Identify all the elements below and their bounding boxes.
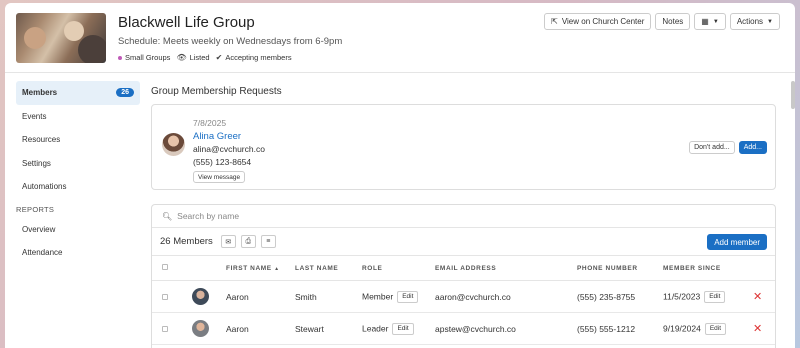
- search-icon: 🔍︎: [162, 211, 173, 221]
- table-header-row: FIRST NAME ▲ LAST NAME ROLE EMAIL ADDRES…: [152, 255, 775, 281]
- request-date: 7/8/2025: [193, 118, 227, 128]
- calendar-icon: ▦: [701, 17, 709, 26]
- delete-icon[interactable]: ✕: [753, 323, 762, 335]
- group-header: Blackwell Life Group Schedule: Meets wee…: [5, 3, 795, 73]
- cell-member-since: 11/5/2023 Edit: [663, 280, 753, 313]
- view-message-button[interactable]: View message: [193, 171, 246, 183]
- edit-date-button[interactable]: Edit: [704, 290, 726, 303]
- avatar: [162, 133, 185, 156]
- scrollbar[interactable]: [790, 73, 795, 111]
- group-photo: [16, 13, 106, 63]
- sidebar-reports-heading: REPORTS: [16, 204, 55, 214]
- sidebar-item-overview[interactable]: Overview: [16, 218, 140, 242]
- app-window: Blackwell Life Group Schedule: Meets wee…: [5, 3, 795, 348]
- row-checkbox[interactable]: [162, 325, 168, 332]
- cell-first-name: Aaron: [226, 280, 295, 313]
- add-member-button[interactable]: Add member: [707, 234, 767, 250]
- check-icon: ✔: [215, 53, 223, 62]
- avatar: [192, 320, 209, 337]
- requests-title: Group Membership Requests: [151, 86, 282, 97]
- column-phone[interactable]: PHONE NUMBER: [577, 255, 663, 281]
- requester-name-link[interactable]: Alina Greer: [193, 131, 241, 142]
- tag-group-type: Small Groups: [118, 53, 170, 62]
- edit-date-button[interactable]: Edit: [704, 322, 727, 335]
- tag-accepting: ✔ Accepting members: [215, 53, 292, 62]
- sidebar: Members 26 Events Resources Settings Aut…: [16, 81, 140, 265]
- members-count-badge: 26: [116, 88, 134, 98]
- group-schedule: Schedule: Meets weekly on Wednesdays fro…: [118, 36, 343, 47]
- column-role[interactable]: ROLE: [362, 255, 435, 281]
- sidebar-item-members[interactable]: Members 26: [16, 81, 140, 105]
- request-actions: Don't add... Add...: [689, 141, 767, 154]
- sidebar-item-events[interactable]: Events: [16, 105, 140, 129]
- header-actions: ⇱ View on Church Center Notes ▦ ▼ Action…: [544, 13, 780, 30]
- members-toolbar: 26 Members ✉ ⎙ ≡ Add member: [152, 228, 775, 255]
- scrollbar-thumb[interactable]: [791, 81, 795, 109]
- table-row[interactable]: Aaron Stewart Leader Edit apstew@cvchurch…: [152, 312, 775, 345]
- sidebar-item-settings[interactable]: Settings: [16, 152, 140, 176]
- edit-role-button[interactable]: Edit: [397, 290, 419, 303]
- sidebar-item-automations[interactable]: Automations: [16, 175, 140, 199]
- requester-phone: (555) 123-8654: [193, 157, 252, 167]
- tag-listed: 👁 Listed: [176, 53, 210, 62]
- dont-add-button[interactable]: Don't add...: [689, 141, 735, 154]
- cell-role: Leader Edit: [362, 312, 435, 345]
- add-request-button[interactable]: Add...: [738, 141, 767, 154]
- members-count: 26 Members: [160, 236, 213, 247]
- cell-last-name: Stewart: [295, 312, 362, 345]
- column-member-since[interactable]: MEMBER SINCE: [663, 255, 753, 281]
- cell-email: aaron@cvchurch.co: [435, 280, 577, 313]
- cell-first-name: Aaron: [226, 312, 295, 345]
- eye-icon: 👁: [176, 53, 187, 62]
- delete-icon[interactable]: ✕: [753, 291, 762, 303]
- column-first-name[interactable]: FIRST NAME ▲: [226, 255, 295, 281]
- cell-role: Member Edit: [362, 280, 435, 313]
- cell-email: apstew@cvchurch.co: [435, 312, 577, 345]
- cell-member-since: 9/19/2024 Edit: [663, 312, 753, 345]
- search-input[interactable]: Search by name: [177, 211, 239, 221]
- external-link-icon: ⇱: [551, 17, 558, 26]
- print-icon[interactable]: ⎙: [240, 235, 256, 248]
- tag-dot: [118, 55, 122, 60]
- cell-phone: (555) 555-1212: [577, 312, 663, 345]
- group-tags: Small Groups 👁 Listed ✔ Accepting member…: [118, 53, 292, 62]
- edit-role-button[interactable]: Edit: [392, 322, 414, 335]
- actions-dropdown-button[interactable]: Actions ▼: [729, 13, 780, 30]
- requester-email: alina@cvchurch.co: [193, 144, 265, 154]
- mail-icon[interactable]: ✉: [220, 235, 236, 248]
- sidebar-item-resources[interactable]: Resources: [16, 128, 140, 152]
- table-row[interactable]: Aaron Smith Member Edit aaron@cvchurch.co…: [152, 280, 775, 313]
- group-title: Blackwell Life Group: [118, 14, 255, 31]
- cell-last-name: Smith: [295, 280, 362, 313]
- members-table: FIRST NAME ▲ LAST NAME ROLE EMAIL ADDRES…: [152, 255, 775, 345]
- caret-down-icon: ▼: [767, 18, 773, 25]
- sidebar-item-attendance[interactable]: Attendance: [16, 241, 140, 265]
- sort-asc-icon: ▲: [274, 265, 280, 272]
- select-all-checkbox[interactable]: [162, 264, 168, 270]
- view-on-church-center-button[interactable]: ⇱ View on Church Center: [544, 13, 652, 30]
- notes-button[interactable]: Notes: [655, 13, 691, 30]
- caret-down-icon: ▼: [712, 18, 719, 25]
- avatar: [192, 288, 209, 305]
- column-last-name[interactable]: LAST NAME: [295, 255, 362, 281]
- membership-request-card: 7/8/2025 Alina Greer alina@cvchurch.co (…: [151, 104, 776, 190]
- calendar-dropdown-button[interactable]: ▦ ▼: [694, 13, 726, 30]
- member-search[interactable]: 🔍︎ Search by name: [152, 205, 775, 228]
- members-card: 🔍︎ Search by name 26 Members ✉ ⎙ ≡ Add m…: [151, 204, 776, 348]
- filter-icon[interactable]: ≡: [260, 235, 276, 248]
- row-checkbox[interactable]: [162, 293, 168, 300]
- column-email[interactable]: EMAIL ADDRESS: [435, 255, 577, 281]
- cell-phone: (555) 235-8755: [577, 280, 663, 313]
